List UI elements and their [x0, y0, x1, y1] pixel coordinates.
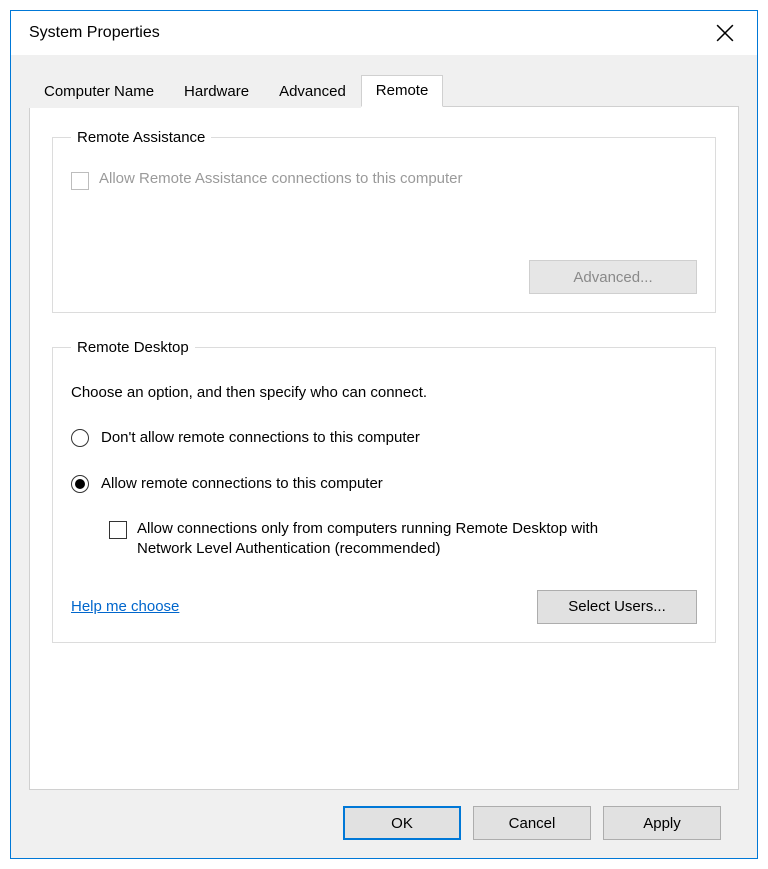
radio-allow-remote-input[interactable] [71, 475, 89, 493]
nla-checkbox[interactable] [109, 521, 127, 539]
tab-remote[interactable]: Remote [361, 75, 444, 107]
allow-remote-assistance-label: Allow Remote Assistance connections to t… [99, 170, 463, 187]
radio-disallow-remote[interactable]: Don't allow remote connections to this c… [71, 427, 697, 447]
radio-disallow-remote-label: Don't allow remote connections to this c… [101, 429, 420, 446]
group-remote-assistance: Remote Assistance Allow Remote Assistanc… [52, 129, 716, 313]
apply-button[interactable]: Apply [603, 806, 721, 840]
tabstrip: Computer Name Hardware Advanced Remote [29, 75, 739, 107]
group-remote-assistance-legend: Remote Assistance [71, 129, 211, 146]
window-title: System Properties [29, 24, 160, 42]
group-remote-desktop: Remote Desktop Choose an option, and the… [52, 339, 716, 643]
radio-allow-remote-label: Allow remote connections to this compute… [101, 475, 383, 492]
ok-button[interactable]: OK [343, 806, 461, 840]
titlebar: System Properties [11, 11, 757, 55]
tab-computer-name[interactable]: Computer Name [29, 76, 169, 108]
close-icon [716, 24, 734, 42]
select-users-button[interactable]: Select Users... [537, 590, 697, 624]
tab-advanced[interactable]: Advanced [264, 76, 361, 108]
remote-desktop-instruction: Choose an option, and then specify who c… [71, 384, 697, 401]
close-button[interactable] [705, 18, 745, 48]
remote-assistance-advanced-button: Advanced... [529, 260, 697, 294]
tab-panel-remote: Remote Assistance Allow Remote Assistanc… [29, 106, 739, 790]
system-properties-window: System Properties Computer Name Hardware… [10, 10, 758, 859]
dialog-button-row: OK Cancel Apply [29, 790, 739, 858]
help-me-choose-link[interactable]: Help me choose [71, 598, 179, 615]
cancel-button[interactable]: Cancel [473, 806, 591, 840]
nla-checkbox-row[interactable]: Allow connections only from computers ru… [109, 519, 697, 560]
radio-disallow-remote-input[interactable] [71, 429, 89, 447]
tab-hardware[interactable]: Hardware [169, 76, 264, 108]
nla-checkbox-label: Allow connections only from computers ru… [137, 519, 657, 560]
allow-remote-assistance-checkbox [71, 172, 89, 190]
group-remote-desktop-legend: Remote Desktop [71, 339, 195, 356]
radio-allow-remote[interactable]: Allow remote connections to this compute… [71, 473, 697, 493]
allow-remote-assistance-row: Allow Remote Assistance connections to t… [71, 170, 697, 190]
client-area: Computer Name Hardware Advanced Remote R… [11, 55, 757, 858]
